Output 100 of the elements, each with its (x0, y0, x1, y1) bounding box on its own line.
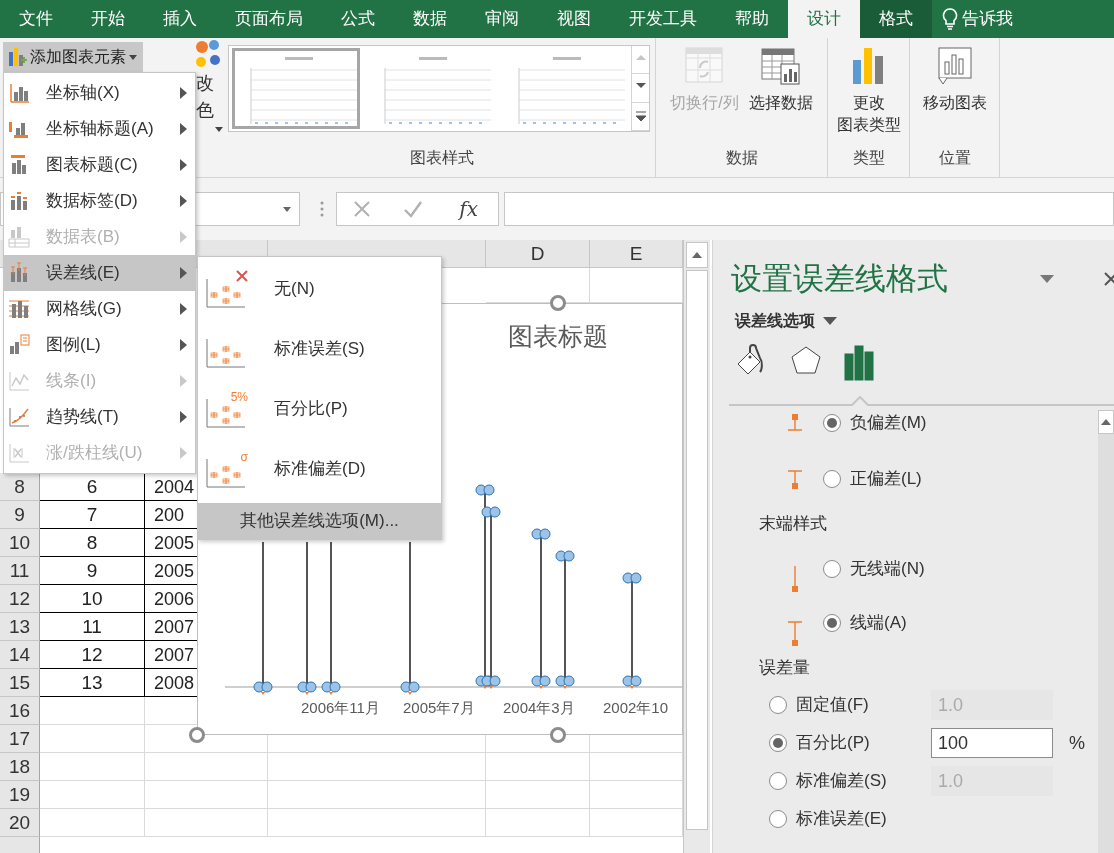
ribbon-button[interactable]: 移动图表 (919, 44, 990, 117)
radio-button[interactable] (769, 696, 787, 714)
menu-item[interactable]: 误差线(E) (4, 255, 195, 291)
option-label: 固定值(F) (796, 694, 869, 717)
ribbon-button[interactable]: 选择数据 (745, 44, 816, 117)
table-cell: 10 (40, 585, 145, 613)
caret-icon (215, 127, 223, 132)
value-field[interactable]: 100 (931, 728, 1053, 758)
lightbulb-icon (942, 8, 958, 30)
ribbon-tab[interactable]: 开发工具 (610, 0, 716, 38)
menu-item[interactable]: 图例(L) (4, 327, 195, 363)
cancel-icon[interactable] (353, 200, 372, 218)
insert-function-button[interactable]: fx (455, 194, 482, 224)
ribbon-tab[interactable]: 审阅 (466, 0, 538, 38)
table-cell: 9 (40, 557, 145, 585)
error-bar-chart-icon (8, 262, 30, 284)
menu-item[interactable]: 趋势线(T) (4, 399, 195, 435)
radio-button[interactable] (823, 413, 841, 432)
palette-icon (196, 38, 220, 68)
menu-item[interactable]: 标准误差(S) (198, 319, 441, 379)
change-colors-button[interactable]: 改 色 (196, 38, 220, 123)
group-label: 数据 (725, 148, 758, 168)
tell-me-button[interactable]: 告诉我 (932, 0, 1023, 38)
row-header[interactable]: 15 (0, 669, 40, 697)
scroll-up-button[interactable] (1098, 410, 1114, 434)
check-icon[interactable] (403, 200, 424, 218)
radio-button[interactable] (769, 734, 787, 752)
resize-handle[interactable] (550, 295, 566, 311)
menu-item[interactable]: 其他误差线选项(M)... (198, 503, 441, 539)
table-cell: 13 (40, 669, 145, 697)
table-cell: 12 (40, 641, 145, 669)
ribbon-tab[interactable]: 帮助 (716, 0, 788, 38)
pane-title: 设置误差线格式 (731, 259, 948, 298)
unit-label: % (1069, 731, 1085, 755)
option-label: 线端(A) (850, 612, 907, 635)
radio-button[interactable] (823, 614, 841, 632)
legend-icon (8, 334, 30, 356)
ribbon-tab[interactable]: 格式 (860, 0, 932, 38)
section-dropdown[interactable]: 误差线选项 (735, 309, 815, 333)
pane-tab[interactable] (843, 344, 877, 382)
ribbon-tab[interactable]: 插入 (144, 0, 216, 38)
submenu-arrow-icon (180, 195, 187, 207)
option-label: 百分比(P) (796, 732, 870, 755)
resize-handle[interactable] (189, 727, 205, 743)
row-header[interactable]: 9 (0, 501, 40, 529)
menu-item[interactable]: 5% 百分比(P) (198, 379, 441, 439)
row-header[interactable]: 17 (0, 725, 40, 753)
submenu-arrow-icon (180, 123, 187, 135)
row-header[interactable]: 10 (0, 529, 40, 557)
menu-item[interactable]: 数据标签(D) (4, 183, 195, 219)
menu-item[interactable]: 坐标轴标题(A) (4, 111, 195, 147)
column-header[interactable]: E (590, 240, 683, 268)
row-header[interactable]: 13 (0, 613, 40, 641)
ribbon-tab[interactable]: 页面布局 (216, 0, 322, 38)
ribbon-button[interactable]: 更改 图表类型 (833, 44, 904, 139)
scrollbar-thumb[interactable] (686, 270, 708, 830)
ribbon-tab[interactable]: 数据 (394, 0, 466, 38)
menu-item[interactable]: 网格线(G) (4, 291, 195, 327)
row-header[interactable]: 16 (0, 697, 40, 725)
row-header[interactable]: 8 (0, 473, 40, 501)
submenu-arrow-icon (180, 375, 187, 387)
row-header[interactable]: 19 (0, 781, 40, 809)
row-header[interactable]: 11 (0, 557, 40, 585)
close-icon[interactable] (1104, 272, 1114, 286)
row-header[interactable]: 14 (0, 641, 40, 669)
ribbon-tab[interactable]: 文件 (0, 0, 72, 38)
axis-label: 2006年11月 (301, 698, 380, 718)
formula-input[interactable] (504, 192, 1114, 226)
trendline-icon (8, 406, 30, 428)
row-header[interactable]: 20 (0, 809, 40, 837)
row-header[interactable]: 18 (0, 753, 40, 781)
ribbon-tab[interactable]: 设计 (788, 0, 860, 38)
option-label: 负偏差(M) (850, 412, 927, 434)
submenu-arrow-icon (180, 339, 187, 351)
bar-chart-icon (843, 344, 877, 382)
ribbon-tab[interactable]: 开始 (72, 0, 144, 38)
table-cell: 11 (40, 613, 145, 641)
radio-button[interactable] (769, 772, 787, 790)
chart-style-thumbnail[interactable] (232, 48, 360, 129)
resize-handle[interactable] (550, 727, 566, 743)
section-heading: 误差量 (758, 657, 811, 680)
row-header[interactable]: 12 (0, 585, 40, 613)
data-label-icon (8, 190, 30, 212)
menu-item[interactable]: 坐标轴(X) (4, 75, 195, 111)
ribbon-tab[interactable]: 公式 (322, 0, 394, 38)
scroll-up-button[interactable] (686, 242, 708, 268)
menu-item[interactable]: 图表标题(C) (4, 147, 195, 183)
caret-icon[interactable] (1040, 275, 1054, 283)
add-chart-element-button[interactable]: 添加图表元素 (3, 42, 143, 72)
axis-label: 2005年7月 (403, 698, 475, 718)
chart-title: 图表标题 (508, 321, 608, 352)
table-cell: 8 (40, 529, 145, 557)
table-cell: 7 (40, 501, 145, 529)
radio-button[interactable] (823, 470, 841, 488)
submenu-arrow-icon (180, 447, 187, 459)
radio-button[interactable] (823, 560, 841, 578)
up-down-bars-icon (8, 442, 30, 464)
radio-button[interactable] (769, 810, 787, 828)
column-header[interactable]: D (486, 240, 590, 268)
ribbon-tab[interactable]: 视图 (538, 0, 610, 38)
